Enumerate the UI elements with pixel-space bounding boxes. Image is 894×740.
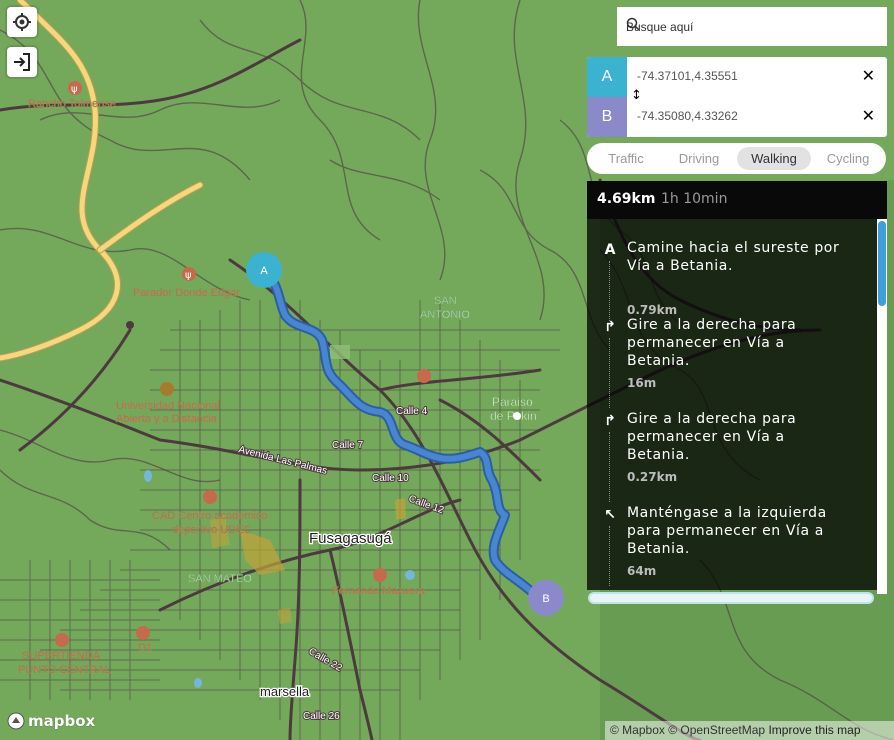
step-text: Gire a la derecha para permanecer en Vía… xyxy=(627,411,797,463)
label-calle4: Calle 4 xyxy=(396,406,428,417)
shop-icon xyxy=(55,633,69,647)
label-parador: Parador Donde Edgar xyxy=(133,287,240,299)
label-rancho: Rancho Tolmense xyxy=(28,98,116,110)
label-paraiso-1: Paraiso xyxy=(492,395,533,409)
svg-text:ψ: ψ xyxy=(185,270,192,281)
swap-vertical-icon: ↕ xyxy=(631,88,642,103)
turn-right-icon: ↱ xyxy=(604,413,616,429)
step-distance: 0.79km xyxy=(627,303,678,317)
place-icon xyxy=(513,412,521,420)
sign-in-icon xyxy=(14,53,30,71)
mapbox-logo-icon xyxy=(7,712,25,730)
attribution-mapbox[interactable]: © Mapbox xyxy=(610,723,665,737)
label-universidad-2: Abierta y a Distancia xyxy=(116,413,218,425)
label-fernando: Fernando Mazuera xyxy=(332,585,426,597)
profile-traffic[interactable]: Traffic xyxy=(591,147,661,170)
sign-in-button[interactable] xyxy=(7,47,37,77)
label-cad-2: deportivo UDEC xyxy=(172,524,252,536)
label-calle26: Calle 26 xyxy=(303,711,340,722)
label-fusagasuga: Fusagasugá xyxy=(309,530,392,547)
route-distance: 4.69km xyxy=(597,191,656,207)
destination-badge: B xyxy=(587,97,627,137)
close-icon: ✕ xyxy=(861,106,875,125)
step-distance: 64m xyxy=(627,564,657,578)
step-text: Camine hacia el sureste por Vía a Betani… xyxy=(627,240,840,274)
crosshair-icon xyxy=(13,13,31,31)
profile-walking[interactable]: Walking xyxy=(737,147,811,170)
label-supertienda-2: PUNTO CENTRAL xyxy=(18,664,111,676)
svg-text:ψ: ψ xyxy=(71,84,78,95)
geolocate-button[interactable] xyxy=(7,7,37,37)
search-input[interactable] xyxy=(626,7,876,46)
marker-a[interactable]: A xyxy=(246,252,282,288)
profile-switcher: Traffic Driving Walking Cycling xyxy=(587,143,886,174)
label-universidad-1: Universidad Nacional xyxy=(116,400,220,412)
step-distance: 0.27km xyxy=(627,470,678,484)
stadium-icon xyxy=(203,490,217,504)
origin-input[interactable]: -74.37101,4.35551 xyxy=(637,69,738,83)
mapbox-logo[interactable]: mapbox xyxy=(7,712,95,730)
depart-icon: A xyxy=(604,242,616,258)
marker-b[interactable]: B xyxy=(528,580,564,616)
shop-icon xyxy=(136,626,150,640)
mapbox-wordmark: mapbox xyxy=(28,712,96,730)
instructions-scrollbar[interactable] xyxy=(877,219,887,594)
label-san-antonio-1: SAN xyxy=(434,295,457,307)
label-d1: D1 xyxy=(138,642,152,654)
shop-icon xyxy=(417,369,431,383)
clear-destination-button[interactable]: ✕ xyxy=(862,106,875,125)
label-san-antonio-2: ANTONIO xyxy=(420,309,470,321)
label-calle7: Calle 7 xyxy=(332,440,364,451)
map-attribution: © Mapbox © OpenStreetMap Improve this ma… xyxy=(605,721,894,740)
attribution-osm[interactable]: © OpenStreetMap xyxy=(668,723,765,737)
profile-driving[interactable]: Driving xyxy=(663,147,735,170)
clear-origin-button[interactable]: ✕ xyxy=(862,66,875,85)
improve-map-link[interactable]: Improve this map xyxy=(768,723,860,737)
destination-input[interactable]: -74.35080,4.33262 xyxy=(637,109,738,123)
label-supertienda-1: SUPERTIENDA xyxy=(22,650,101,662)
step-distance: 16m xyxy=(627,376,657,390)
label-marsella: marsella xyxy=(260,684,310,699)
marker-a-label: A xyxy=(260,265,268,277)
origin-badge: A xyxy=(587,57,627,97)
label-cad-1: CAD Centro academico xyxy=(152,510,268,522)
profile-cycling[interactable]: Cycling xyxy=(813,147,883,170)
bus-icon xyxy=(373,568,387,582)
marker-b-label: B xyxy=(542,593,549,605)
instructions-list: A Camine hacia el sureste por Vía a Beta… xyxy=(587,219,887,590)
turn-right-icon: ↱ xyxy=(604,319,616,335)
label-san-mateo: SAN MATEO xyxy=(188,573,252,585)
route-summary: 4.69km 1h 10min xyxy=(587,181,887,219)
step-text: Gire a la derecha para permanecer en Vía… xyxy=(627,317,797,369)
horizontal-scrollbar[interactable] xyxy=(588,592,874,604)
directions-inputs: A -74.37101,4.35551 ✕ B -74.35080,4.3326… xyxy=(587,57,887,137)
keep-left-icon: ↖ xyxy=(604,507,616,523)
search-box xyxy=(617,7,887,46)
label-calle10: Calle 10 xyxy=(372,473,409,484)
junction-icon xyxy=(126,321,134,329)
reverse-button[interactable]: ↕ xyxy=(631,88,642,104)
route-duration: 1h 10min xyxy=(661,191,728,207)
school-icon xyxy=(160,382,174,396)
close-icon: ✕ xyxy=(861,66,875,85)
step-text: Manténgase a la izquierda para permanece… xyxy=(627,505,827,557)
